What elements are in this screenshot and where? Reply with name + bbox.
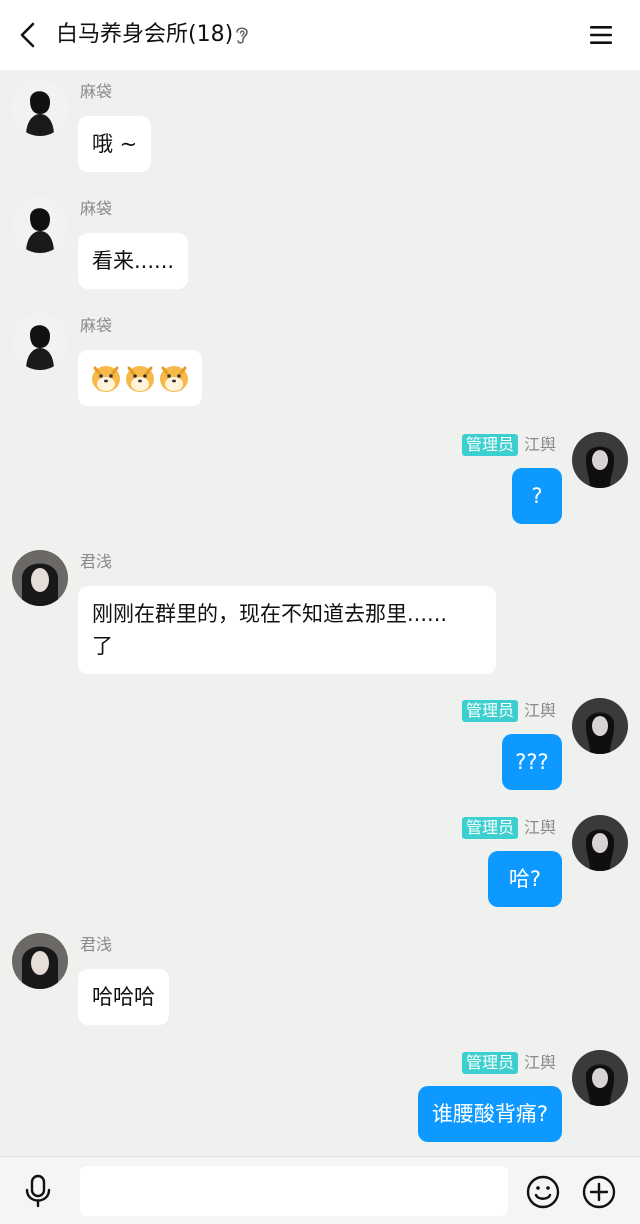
avatar[interactable]	[12, 197, 68, 253]
avatar[interactable]	[12, 80, 68, 136]
chat-header: 白马养身会所(18)	[0, 0, 640, 70]
message-item: 麻袋	[0, 304, 640, 414]
message-line: 刚刚在群里的，现在不知道去那里......	[92, 602, 448, 626]
message-bubble[interactable]: 谁腰酸背痛?	[417, 1086, 562, 1142]
chevron-left-icon	[20, 22, 35, 48]
sender-name: 君浅	[80, 935, 113, 954]
avatar[interactable]	[572, 698, 628, 754]
message-bubble[interactable]: 哈?	[488, 851, 562, 907]
message-bubble[interactable]: 哦 ~	[78, 116, 152, 172]
admin-badge: 管理员	[461, 817, 518, 839]
message-bubble[interactable]: 哈哈哈	[78, 969, 169, 1025]
plus-circle-icon	[582, 1175, 616, 1209]
microphone-icon	[25, 1174, 51, 1208]
more-button[interactable]	[582, 1175, 616, 1209]
message-bubble[interactable]	[78, 350, 202, 406]
avatar[interactable]	[572, 432, 628, 488]
sender-name: 麻袋	[80, 316, 113, 335]
voice-button[interactable]	[22, 1174, 54, 1208]
message-bubble[interactable]: 刚刚在群里的，现在不知道去那里...... 了	[78, 586, 496, 674]
menu-button[interactable]	[586, 20, 616, 50]
sender-name: 江舆	[523, 435, 556, 454]
message-item: 管理员 江舆 哈?	[0, 815, 640, 925]
message-item: 麻袋 哦 ~	[0, 70, 640, 180]
message-bubble[interactable]: ?	[512, 468, 562, 524]
avatar[interactable]	[12, 550, 68, 606]
message-bubble[interactable]: 看来......	[78, 233, 189, 289]
message-item: 麻袋 看来......	[0, 187, 640, 297]
message-item: 管理员 江舆 ?	[0, 432, 640, 542]
chat-message-list[interactable]: 麻袋 哦 ~ 麻袋 看来...... 麻袋 管理员 江舆 ? 君浅 刚刚在群里的…	[0, 70, 640, 1156]
group-title: 白马养身会所(18)	[56, 22, 234, 47]
sender-name: 江舆	[523, 701, 556, 720]
smiley-icon	[526, 1175, 560, 1209]
hamburger-menu-icon	[590, 26, 612, 44]
avatar[interactable]	[572, 1050, 628, 1106]
emoji-button[interactable]	[526, 1175, 560, 1209]
sender-name: 麻袋	[80, 199, 113, 218]
ear-icon[interactable]	[233, 24, 251, 46]
message-line: 了	[92, 634, 113, 658]
avatar[interactable]	[12, 314, 68, 370]
sender-name: 江舆	[523, 1053, 556, 1072]
message-item: 管理员 江舆 谁腰酸背痛?	[0, 1050, 640, 1160]
sender-name: 麻袋	[80, 82, 113, 101]
doge-emoji-icon	[92, 366, 188, 392]
input-bar	[0, 1156, 640, 1224]
message-bubble[interactable]: ???	[502, 734, 562, 790]
admin-badge: 管理员	[461, 700, 518, 722]
admin-badge: 管理员	[461, 1052, 518, 1074]
sender-name: 君浅	[80, 552, 113, 571]
message-item: 君浅 哈哈哈	[0, 923, 640, 1033]
avatar[interactable]	[572, 815, 628, 871]
message-item: 管理员 江舆 ???	[0, 698, 640, 808]
message-input[interactable]	[80, 1166, 508, 1216]
avatar[interactable]	[12, 933, 68, 989]
sender-name: 江舆	[523, 818, 556, 837]
message-item: 君浅 刚刚在群里的，现在不知道去那里...... 了	[0, 540, 640, 680]
back-button[interactable]	[14, 20, 44, 50]
admin-badge: 管理员	[461, 434, 518, 456]
